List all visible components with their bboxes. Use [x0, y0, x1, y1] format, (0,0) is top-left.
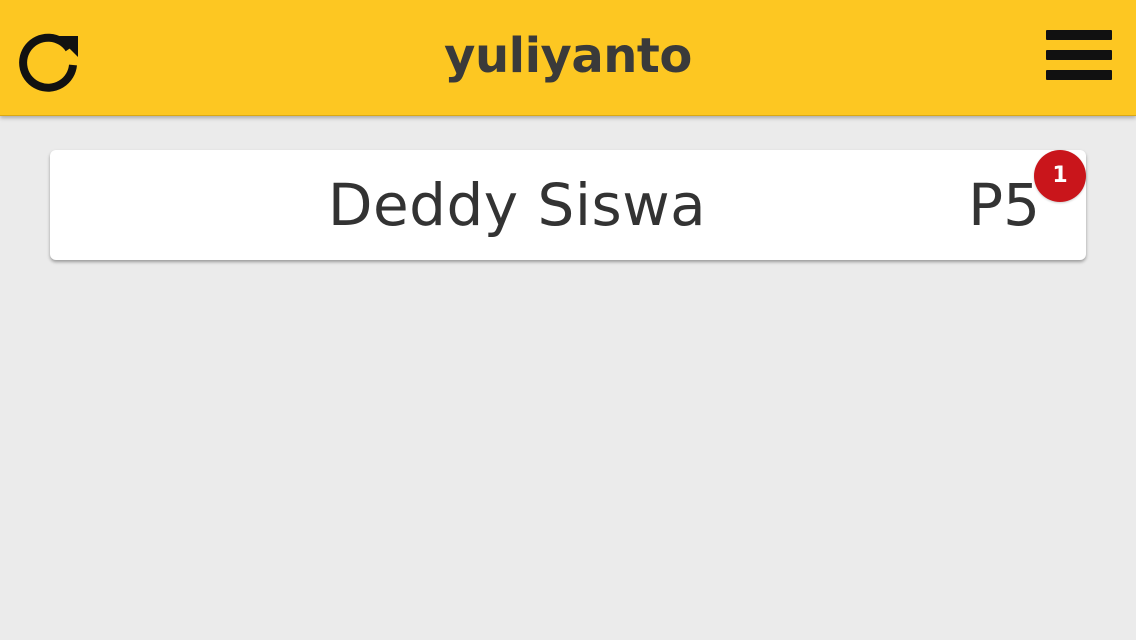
hamburger-menu-icon — [1046, 30, 1112, 40]
list-item[interactable]: Deddy Siswa P5 1 — [50, 150, 1086, 260]
list-item-name: Deddy Siswa — [327, 171, 707, 239]
hamburger-menu-icon-bar — [1046, 70, 1112, 80]
top-bar: yuliyanto — [0, 0, 1136, 116]
notification-badge: 1 — [1034, 150, 1086, 202]
hamburger-menu-icon-bar — [1046, 50, 1112, 60]
list-item-code: P5 — [968, 171, 1040, 239]
app-root: yuliyanto Deddy Siswa P5 1 — [0, 0, 1136, 640]
refresh-button[interactable] — [14, 24, 86, 96]
refresh-icon — [19, 33, 78, 92]
page-title: yuliyanto — [444, 28, 692, 84]
menu-button[interactable] — [1040, 24, 1118, 94]
